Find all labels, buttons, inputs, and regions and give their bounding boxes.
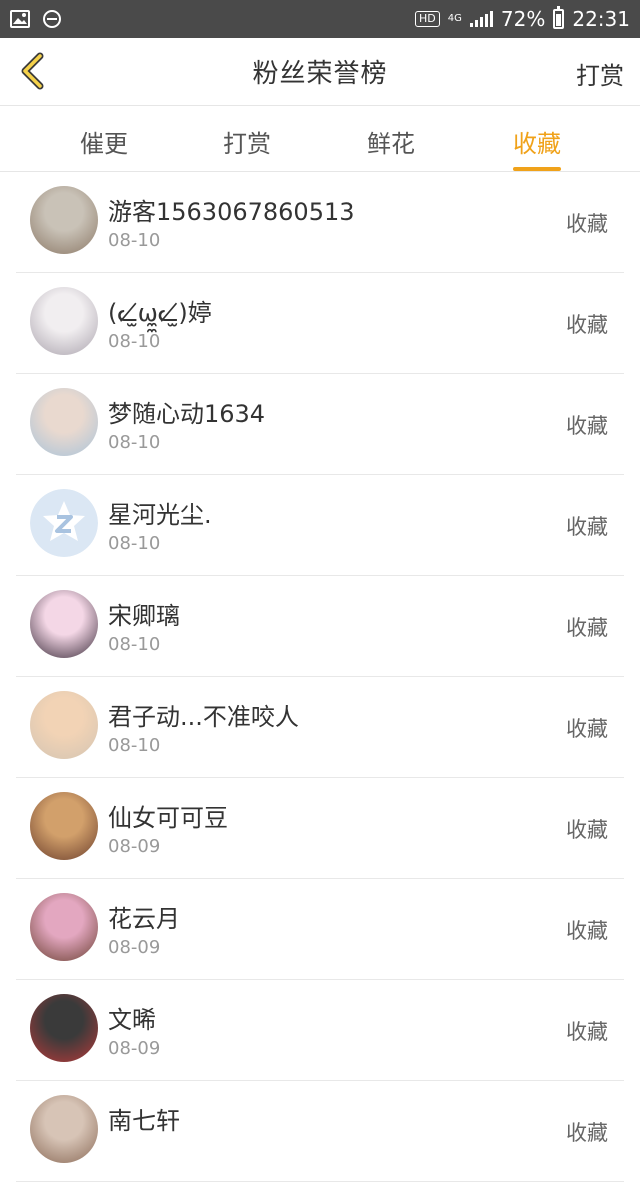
list-item[interactable]: 花云月 08-09 收藏 (16, 879, 624, 980)
list-item[interactable]: 仙女可可豆 08-09 收藏 (16, 778, 624, 879)
fan-date: 08-09 (108, 1038, 161, 1059)
list-item[interactable]: 星河光尘. 08-10 收藏 (16, 475, 624, 576)
fan-name: 南七轩 (108, 1107, 180, 1135)
signal-icon (469, 11, 493, 27)
tab-label: 收藏 (513, 130, 561, 158)
tab-underline (513, 167, 561, 171)
list-item[interactable]: 文晞 08-09 收藏 (16, 980, 624, 1081)
fan-action: 收藏 (566, 313, 608, 337)
avatar[interactable] (30, 691, 98, 759)
avatar[interactable] (30, 994, 98, 1062)
fan-name: 文晞 (108, 1006, 156, 1034)
minus-circle-icon (43, 10, 61, 28)
fan-name: 宋卿璃 (108, 602, 180, 630)
list-item[interactable]: 梦随心动1634 08-10 收藏 (16, 374, 624, 475)
tab-label: 催更 (80, 130, 128, 158)
fan-date: 08-10 (108, 331, 161, 352)
fan-name: 君子动...不准咬人 (108, 703, 299, 731)
list-item[interactable]: 南七轩 收藏 (16, 1081, 624, 1182)
page-title: 粉丝荣誉榜 (252, 59, 388, 89)
fan-name: 梦随心动1634 (108, 400, 266, 428)
clock: 22:31 (572, 7, 630, 31)
tab-bar: 催更 打赏 鲜花 收藏 (0, 106, 640, 172)
avatar[interactable] (30, 388, 98, 456)
fan-action: 收藏 (566, 717, 608, 741)
avatar[interactable] (30, 590, 98, 658)
avatar[interactable] (30, 489, 98, 557)
fan-date: 08-10 (108, 533, 161, 554)
tab-flowers[interactable]: 鲜花 (343, 124, 439, 159)
tab-reward[interactable]: 打赏 (199, 124, 295, 159)
fan-action: 收藏 (566, 1020, 608, 1044)
fan-name: 游客1563067860513 (108, 198, 355, 226)
chevron-left-icon[interactable] (14, 50, 56, 92)
avatar[interactable] (30, 893, 98, 961)
hd-badge: HD (415, 11, 440, 27)
tab-label: 鲜花 (367, 130, 415, 158)
tab-urge[interactable]: 催更 (56, 124, 152, 159)
status-right: HD 4G 72% 22:31 (415, 6, 630, 31)
fan-action: 收藏 (566, 212, 608, 236)
battery-percent: 72% (500, 7, 546, 31)
fan-date: 08-10 (108, 432, 161, 453)
fan-name: 花云月 (108, 905, 180, 933)
list-item[interactable]: 君子动...不准咬人 08-10 收藏 (16, 677, 624, 778)
reward-button[interactable]: 打赏 (576, 56, 624, 91)
fan-action: 收藏 (566, 515, 608, 539)
tab-label: 打赏 (223, 130, 271, 158)
qq-z-icon (30, 489, 98, 557)
tab-favorites[interactable]: 收藏 (489, 124, 585, 171)
fan-date: 08-09 (108, 937, 161, 958)
fan-name: 仙女可可豆 (108, 804, 228, 832)
avatar[interactable] (30, 1095, 98, 1163)
network-type: 4G (447, 13, 462, 24)
fan-action: 收藏 (566, 1121, 608, 1145)
fan-date: 08-10 (108, 230, 161, 251)
fan-date: 08-09 (108, 836, 161, 857)
fan-action: 收藏 (566, 818, 608, 842)
status-bar: HD 4G 72% 22:31 (0, 0, 640, 38)
fan-action: 收藏 (566, 616, 608, 640)
fan-action: 收藏 (566, 414, 608, 438)
image-icon (10, 10, 30, 28)
avatar[interactable] (30, 792, 98, 860)
fan-name: (ᓚ̸̫ω̼̼ᓚ̸̫)婷 (108, 299, 212, 327)
fan-name: 星河光尘. (108, 501, 212, 529)
fan-action: 收藏 (566, 919, 608, 943)
avatar[interactable] (30, 186, 98, 254)
battery-icon (553, 6, 565, 29)
list-item[interactable]: 宋卿璃 08-10 收藏 (16, 576, 624, 677)
fan-date: 08-10 (108, 735, 161, 756)
list-item[interactable]: 游客1563067860513 08-10 收藏 (16, 172, 624, 273)
status-left (10, 9, 62, 29)
fan-date: 08-10 (108, 634, 161, 655)
avatar[interactable] (30, 287, 98, 355)
list-item[interactable]: (ᓚ̸̫ω̼̼ᓚ̸̫)婷 08-10 收藏 (16, 273, 624, 374)
fan-list: 游客1563067860513 08-10 收藏 (ᓚ̸̫ω̼̼ᓚ̸̫)婷 08… (0, 172, 640, 1182)
app-header: 粉丝荣誉榜 打赏 (0, 38, 640, 106)
